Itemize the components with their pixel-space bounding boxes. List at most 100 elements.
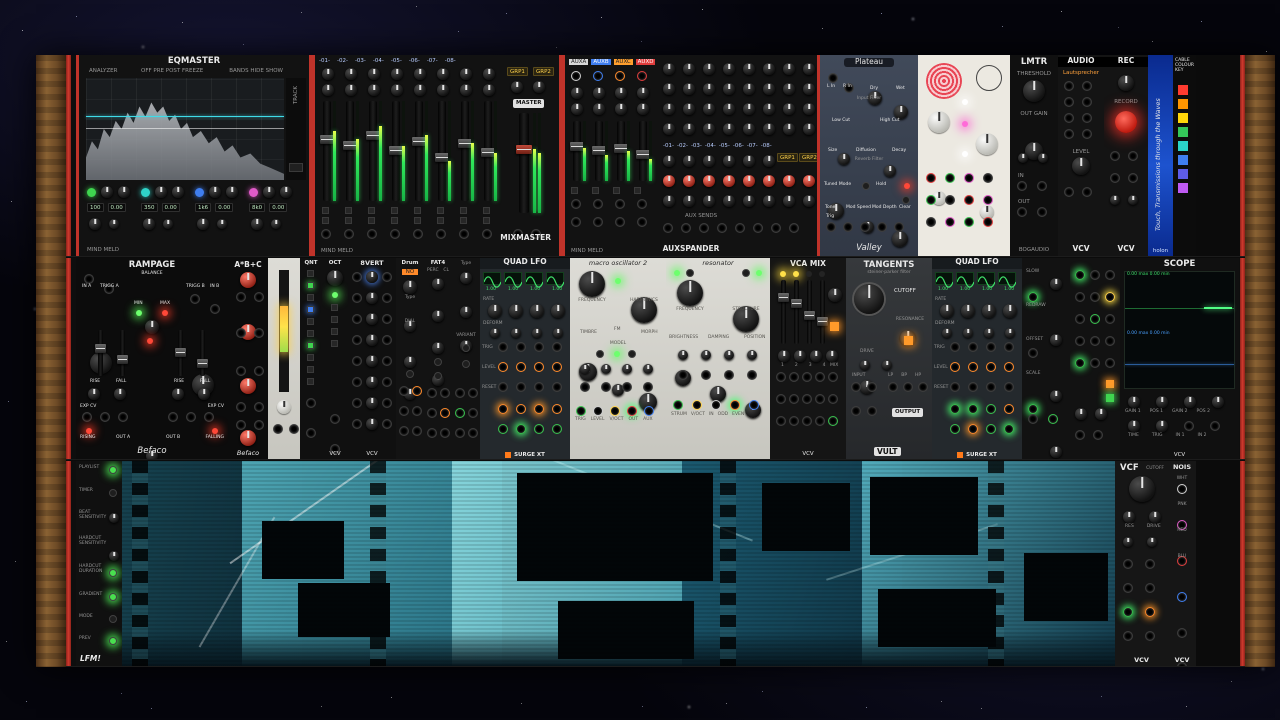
aux-send-port[interactable]	[615, 217, 625, 227]
rec-knob[interactable]	[1128, 195, 1138, 205]
shape-slider-a[interactable]	[95, 330, 106, 376]
cv-port[interactable]	[776, 372, 786, 382]
reset-port[interactable]	[968, 382, 978, 392]
channel-input-port[interactable]	[321, 229, 331, 239]
port[interactable]	[1090, 358, 1100, 368]
aux-knob[interactable]	[615, 87, 627, 99]
via-port[interactable]	[964, 173, 974, 183]
scale-button[interactable]	[307, 318, 314, 325]
aux-send-port[interactable]	[593, 199, 603, 209]
channel-label[interactable]: -02-	[337, 58, 348, 64]
b2-level-knob[interactable]	[240, 378, 256, 394]
aux-send-port[interactable]	[637, 217, 647, 227]
rate-knob[interactable]	[488, 304, 502, 318]
fader-cap[interactable]	[343, 141, 357, 150]
rate-knob[interactable]	[551, 304, 565, 318]
button-orange[interactable]	[1106, 380, 1114, 388]
solo-button[interactable]	[483, 217, 490, 224]
aux-fader[interactable]	[592, 121, 606, 181]
drive-cv-port[interactable]	[1123, 583, 1133, 593]
send-knob[interactable]	[663, 195, 675, 207]
send-knob[interactable]	[723, 155, 735, 167]
b1-level-knob[interactable]	[240, 272, 256, 288]
cv-port[interactable]	[851, 406, 861, 416]
knob[interactable]	[432, 310, 444, 322]
send-knob[interactable]	[703, 103, 715, 115]
cable-colour-purple[interactable]	[1178, 183, 1188, 193]
cv-atten-knob[interactable]	[701, 350, 711, 360]
fader-cap[interactable]	[592, 146, 606, 156]
out-b-port[interactable]	[168, 412, 178, 422]
audio-io-port[interactable]	[1082, 97, 1092, 107]
lfo-waveform-display[interactable]	[935, 272, 954, 288]
out2-port[interactable]	[254, 402, 264, 412]
oct-button[interactable]	[331, 340, 338, 347]
meter-out-port[interactable]	[289, 424, 299, 434]
channel-label[interactable]: -06-	[409, 58, 420, 64]
rec-knob[interactable]	[1110, 195, 1120, 205]
rec-input-port[interactable]	[1128, 151, 1138, 161]
pan-knob[interactable]	[414, 84, 426, 96]
out-port[interactable]	[382, 314, 392, 324]
lfo-out-port[interactable]	[534, 424, 544, 434]
send-knob[interactable]	[703, 83, 715, 95]
send-knob[interactable]	[723, 195, 735, 207]
port[interactable]	[1090, 270, 1100, 280]
cable-colour-blue[interactable]	[1178, 155, 1188, 165]
send-port[interactable]	[771, 223, 781, 233]
out-port[interactable]	[382, 419, 392, 429]
solo-button[interactable]	[391, 217, 398, 224]
channel-label[interactable]: -08-	[445, 58, 456, 64]
port[interactable]	[1075, 292, 1085, 302]
lfo-waveform-display[interactable]	[546, 272, 565, 288]
aux-fader[interactable]	[636, 121, 650, 181]
port[interactable]	[1145, 631, 1155, 641]
bp-out-port[interactable]	[903, 382, 913, 392]
lfo-out-port[interactable]	[516, 424, 526, 434]
fader-cap[interactable]	[481, 148, 495, 157]
pan-knob[interactable]	[460, 84, 472, 96]
input-port[interactable]	[867, 382, 877, 392]
fader-cap[interactable]	[389, 146, 403, 155]
in-a-port[interactable]	[84, 274, 94, 284]
lfo-out-port[interactable]	[950, 404, 960, 414]
gain2-knob[interactable]	[1184, 396, 1196, 408]
cable-colour-yellow[interactable]	[1178, 113, 1188, 123]
aux-send-port[interactable]	[571, 199, 581, 209]
band-mode-knob[interactable]	[217, 219, 227, 229]
out-r-port[interactable]	[1037, 207, 1047, 217]
in-port[interactable]	[352, 272, 362, 282]
group-2-button[interactable]: GRP2	[533, 67, 554, 76]
even-port[interactable]	[749, 400, 759, 410]
cv-atten-knob[interactable]	[724, 350, 734, 360]
scale-button[interactable]	[307, 366, 314, 373]
trig-port[interactable]	[576, 406, 586, 416]
send-port[interactable]	[735, 223, 745, 233]
lfo-out-port[interactable]	[552, 404, 562, 414]
fader-cap[interactable]	[366, 131, 380, 140]
clear-button[interactable]	[902, 196, 910, 204]
audio-io-port[interactable]	[1064, 97, 1074, 107]
rec-trig-port[interactable]	[1128, 173, 1138, 183]
band-q-knob[interactable]	[143, 218, 155, 230]
ch4-slider[interactable]	[817, 280, 828, 344]
aux-return-port[interactable]	[615, 71, 625, 81]
knee-knob[interactable]	[1018, 153, 1028, 163]
in1-port[interactable]	[1184, 421, 1194, 431]
cycle-port[interactable]	[100, 412, 110, 422]
level-port[interactable]	[986, 362, 996, 372]
level-port[interactable]	[593, 406, 603, 416]
out-port[interactable]	[815, 416, 825, 426]
mute-button[interactable]	[322, 207, 329, 214]
in-port[interactable]	[776, 394, 786, 404]
channel-input-port[interactable]	[459, 229, 469, 239]
port[interactable]	[1075, 430, 1085, 440]
port[interactable]	[412, 426, 422, 436]
deform-knob[interactable]	[963, 328, 973, 338]
band-q-knob[interactable]	[89, 218, 101, 230]
trig-port[interactable]	[534, 342, 544, 352]
band-mode-knob[interactable]	[109, 219, 119, 229]
out-port[interactable]	[382, 293, 392, 303]
input-port[interactable]	[851, 382, 861, 392]
group-1-button[interactable]: GRP1	[777, 153, 798, 162]
